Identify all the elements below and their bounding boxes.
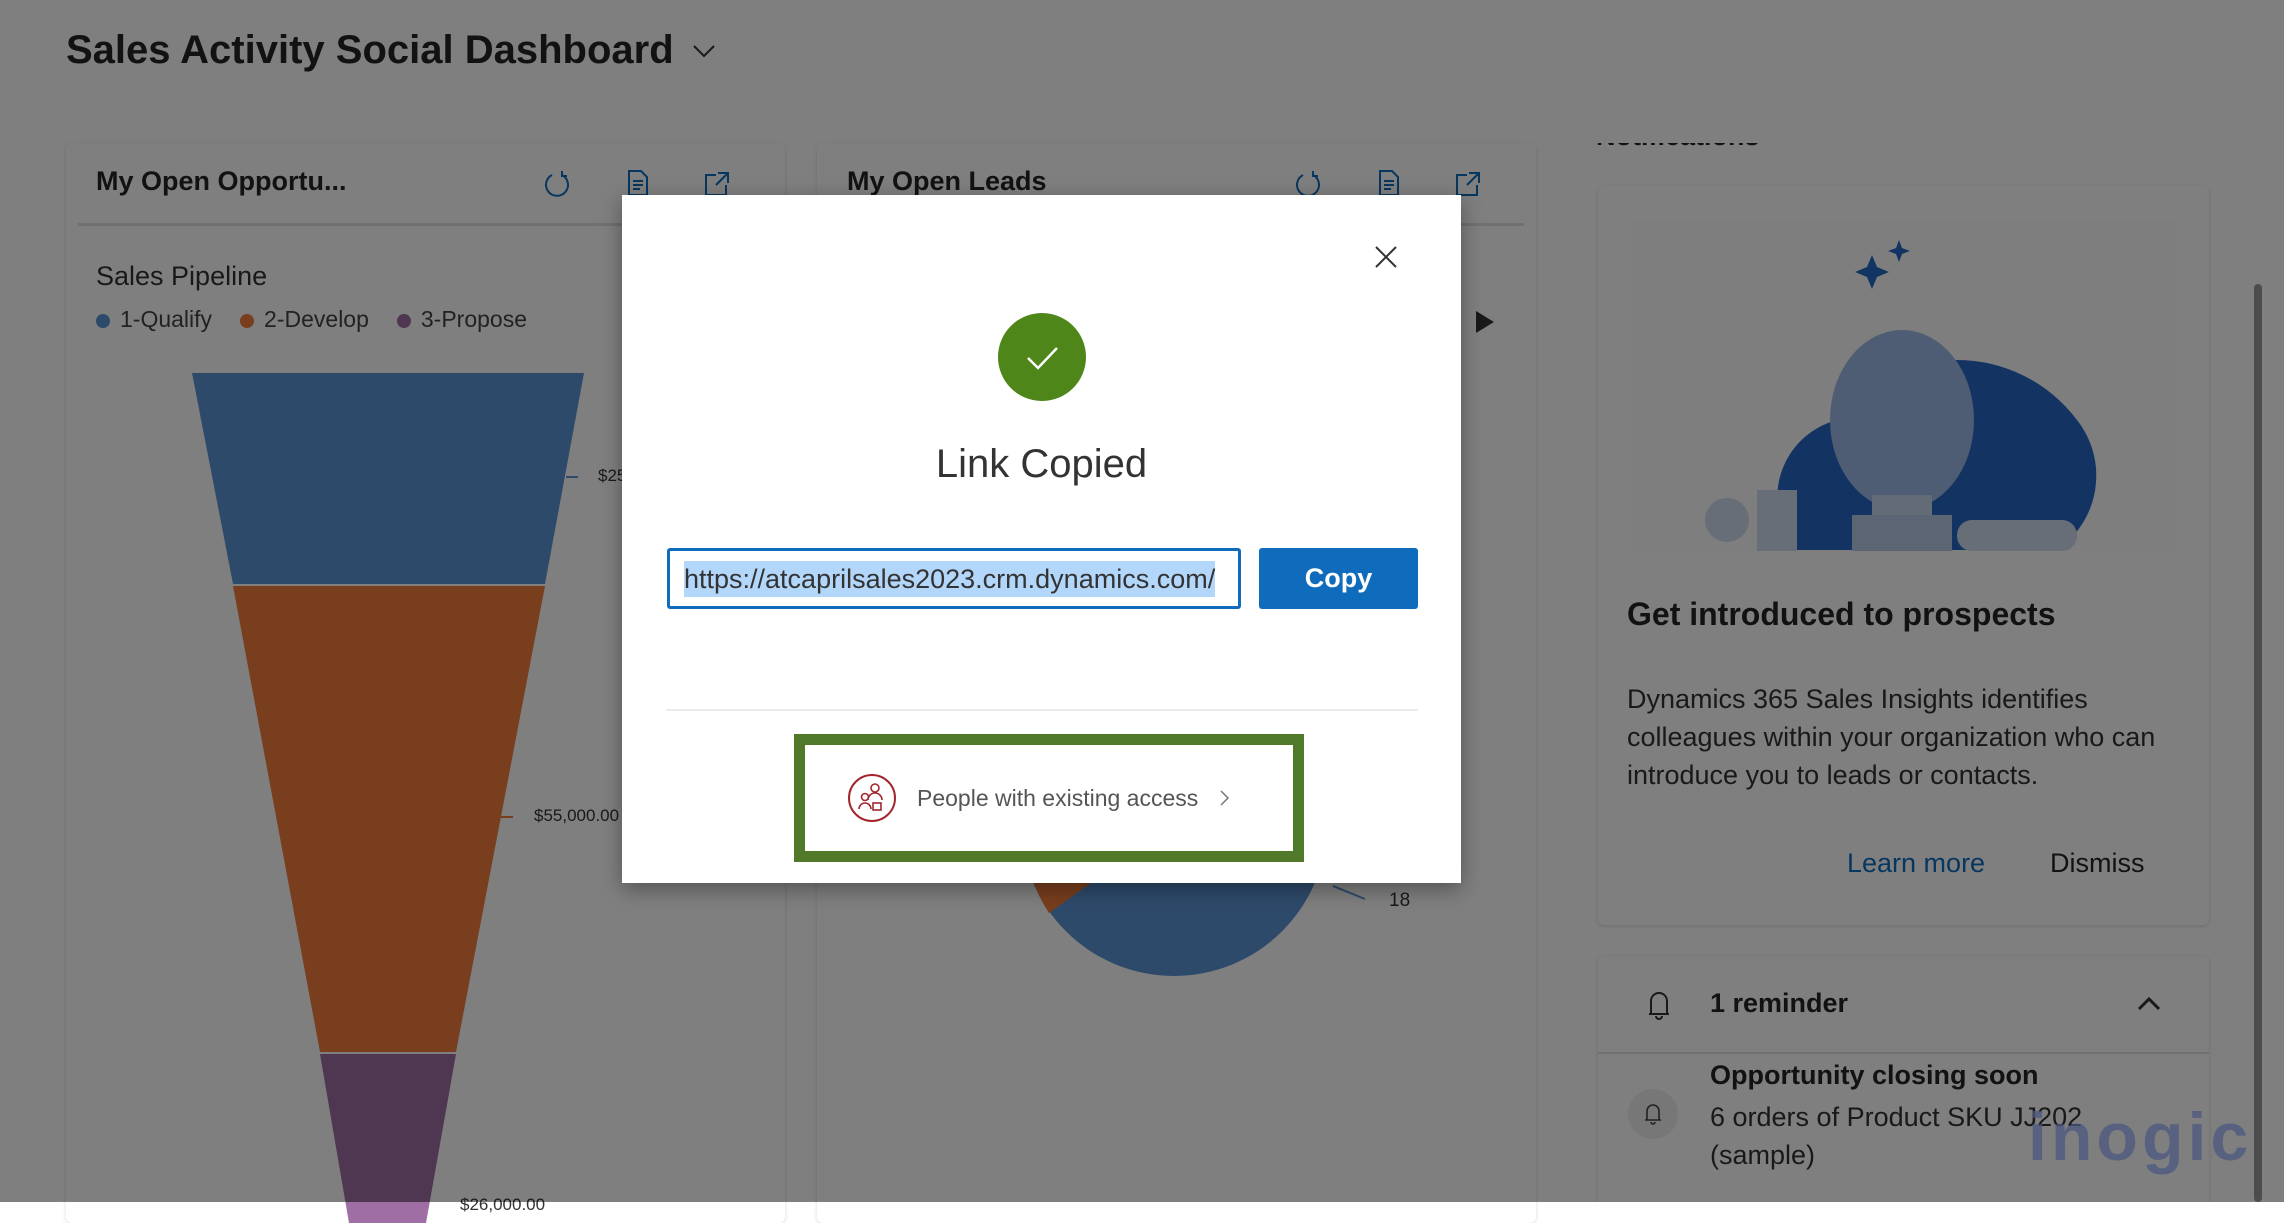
link-copied-dialog: Link Copied https://atcaprilsales2023.cr… xyxy=(622,195,1461,883)
copy-button[interactable]: Copy xyxy=(1259,548,1418,609)
close-icon[interactable] xyxy=(1374,245,1398,269)
dialog-title: Link Copied xyxy=(935,442,1148,486)
chevron-right-icon xyxy=(1220,790,1230,806)
access-label: People with existing access xyxy=(917,784,1199,811)
people-with-existing-access-button[interactable]: People with existing access xyxy=(794,734,1304,862)
link-url-input[interactable]: https://atcaprilsales2023.crm.dynamics.c… xyxy=(667,548,1241,609)
success-check-icon xyxy=(998,313,1086,401)
people-lock-icon xyxy=(848,774,896,822)
